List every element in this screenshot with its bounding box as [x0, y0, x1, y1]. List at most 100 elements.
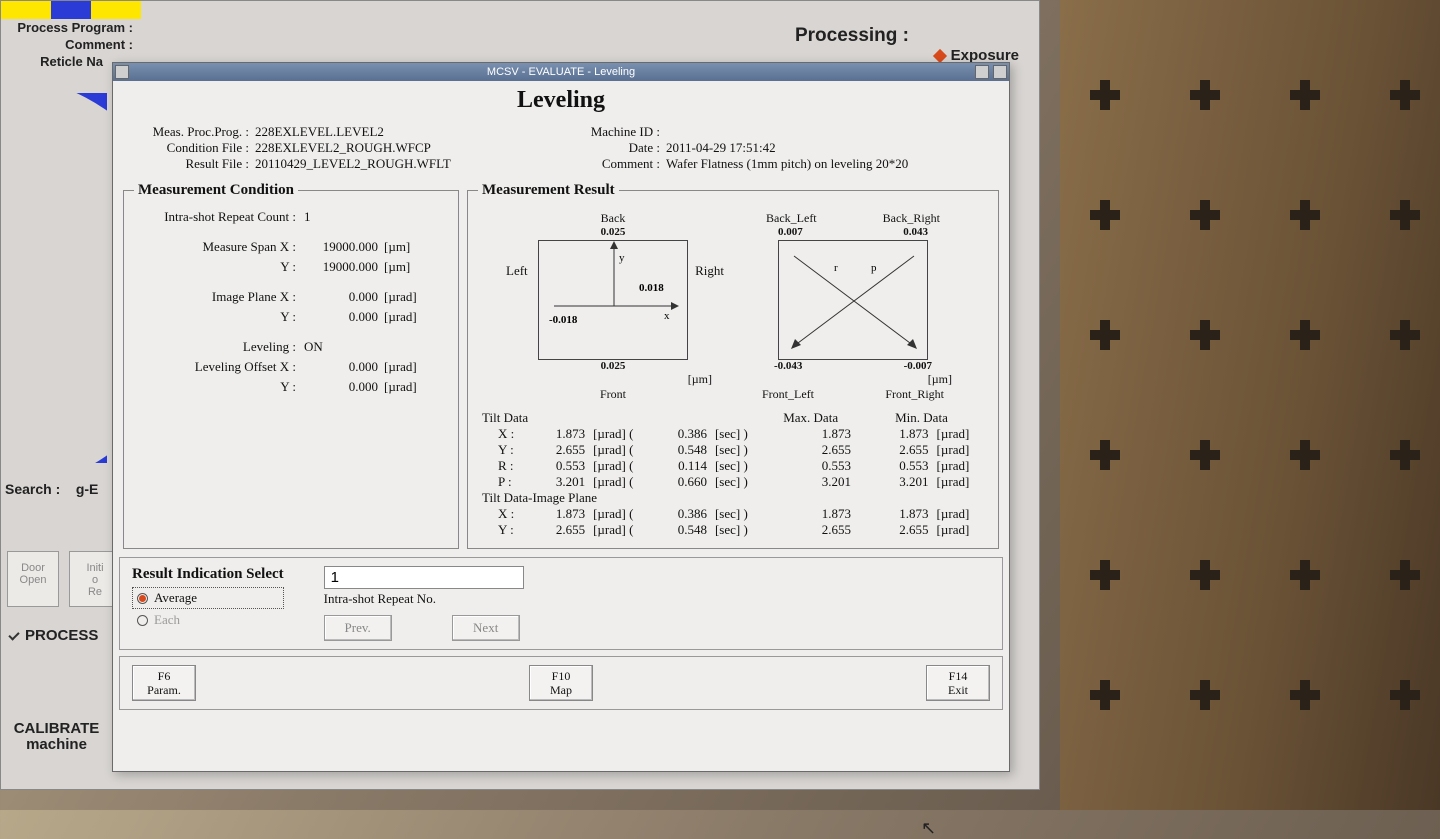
result-select-group: Result Indication Select Average Each In… [119, 557, 1003, 650]
condition-file-label: Condition File : [135, 140, 255, 156]
page-title: Leveling [113, 87, 1009, 114]
offset-x-value: 0.000 [304, 359, 384, 375]
machine-id-value [666, 124, 987, 140]
radio-each-label: Each [154, 612, 180, 628]
img-y-label: Y : [134, 309, 304, 325]
d2-unit: [µm] [748, 372, 958, 387]
measurement-condition-group: Measurement Condition Intra-shot Repeat … [123, 182, 459, 549]
result-select-legend: Result Indication Select [132, 566, 284, 583]
offset-y-unit: [µrad] [384, 379, 434, 395]
prev-button[interactable]: Prev. [324, 615, 392, 641]
door-open-button[interactable]: Door Open [7, 551, 59, 607]
span-x-label: Measure Span X : [134, 239, 304, 255]
img-x-unit: [µrad] [384, 289, 434, 305]
back-right-label: Back_Right [883, 211, 940, 226]
cursor-icon: ↖ [921, 818, 936, 839]
min-data-hdr: Min. Data [855, 410, 988, 426]
diagram-x: Back_Left Back_Right 0.007 0.043 [748, 211, 958, 402]
tilt-row: X :1.873[µrad] (0.386[sec] )1.8731.873[µ… [478, 426, 988, 442]
measurement-result-group: Measurement Result Back 0.025 Left Right… [467, 182, 999, 549]
dialog-titlebar[interactable]: MCSV - EVALUATE - Leveling [113, 63, 1009, 81]
process-program-label: Process Program : [7, 20, 137, 35]
img-y-value: 0.000 [304, 309, 384, 325]
svg-text:r: r [834, 262, 838, 274]
system-menu-icon[interactable] [115, 65, 129, 79]
res-legend: Measurement Result [478, 182, 619, 199]
radio-icon [137, 615, 148, 626]
intra-repeat-input[interactable] [324, 566, 524, 589]
machine-id-label: Machine ID : [576, 124, 666, 140]
span-y-value: 19000.000 [304, 259, 384, 275]
right-label: Right [695, 263, 724, 279]
next-button[interactable]: Next [452, 615, 520, 641]
tilt-row: Y :2.655[µrad] (0.548[sec] )2.6552.655[µ… [478, 522, 988, 538]
d1-top: 0.025 [508, 226, 718, 238]
tilt-row: P :3.201[µrad] (0.660[sec] )3.2013.201[µ… [478, 474, 988, 490]
img-x-label: Image Plane X : [134, 289, 304, 305]
search-value: g-E [76, 481, 99, 497]
hdr-comment-label: Comment : [576, 156, 666, 172]
close-icon[interactable] [993, 65, 1007, 79]
span-x-value: 19000.000 [304, 239, 384, 255]
d2-tl: 0.007 [778, 226, 803, 238]
offset-y-label: Y : [134, 379, 304, 395]
offset-x-label: Leveling Offset X : [134, 359, 304, 375]
leveling-dialog: MCSV - EVALUATE - Leveling Leveling Meas… [112, 62, 1010, 772]
intra-count-label: Intra-shot Repeat Count : [134, 209, 304, 225]
intra-repeat-label: Intra-shot Repeat No. [324, 591, 524, 607]
minimize-icon[interactable] [975, 65, 989, 79]
back-label: Back [508, 211, 718, 226]
radio-each[interactable]: Each [132, 609, 284, 631]
offset-x-unit: [µrad] [384, 359, 434, 375]
svg-text:p: p [871, 262, 877, 274]
svg-text:y: y [619, 252, 625, 264]
back-left-label: Back_Left [766, 211, 817, 226]
meas-proc-prog-value: 228EXLEVEL.LEVEL2 [255, 124, 546, 140]
radio-average[interactable]: Average [132, 587, 284, 609]
diagram-cross: Back 0.025 Left Right y x 0.018 [508, 211, 718, 402]
span-y-unit: [µm] [384, 259, 434, 275]
front-left-label: Front_Left [762, 387, 814, 402]
svg-text:x: x [664, 310, 670, 322]
max-data-hdr: Max. Data [766, 410, 855, 426]
img-x-value: 0.000 [304, 289, 384, 305]
f10-map-button[interactable]: F10 Map [529, 665, 593, 701]
calibrate-tab[interactable]: CALIBRATE machine [9, 721, 104, 753]
intra-count-value: 1 [304, 209, 384, 225]
svg-text:0.018: 0.018 [639, 282, 664, 294]
front-label: Front [508, 387, 718, 402]
leveling-value: ON [304, 339, 384, 355]
result-file-value: 20110429_LEVEL2_ROUGH.WFLT [255, 156, 546, 172]
d2-br: -0.007 [904, 360, 932, 372]
d2-tr: 0.043 [903, 226, 928, 238]
tilt-img-title: Tilt Data-Image Plane [478, 490, 988, 506]
cross-plot-icon: y x 0.018 -0.018 [539, 241, 689, 361]
f14-exit-button[interactable]: F14 Exit [926, 665, 990, 701]
radio-icon [137, 593, 148, 604]
span-x-unit: [µm] [384, 239, 434, 255]
processing-label: Processing : [795, 25, 1019, 47]
f6-param-button[interactable]: F6 Param. [132, 665, 196, 701]
span-y-label: Y : [134, 259, 304, 275]
date-label: Date : [576, 140, 666, 156]
reticle-label: Reticle Na [7, 54, 107, 69]
result-file-label: Result File : [135, 156, 255, 172]
search-label: Search : [5, 481, 60, 497]
left-label: Left [506, 263, 528, 279]
date-value: 2011-04-29 17:51:42 [666, 140, 987, 156]
comment-label: Comment : [7, 37, 137, 52]
check-icon [8, 629, 19, 640]
leveling-label: Leveling : [134, 339, 304, 355]
meas-proc-prog-label: Meas. Proc.Prog. : [135, 124, 255, 140]
d2-bl: -0.043 [774, 360, 802, 372]
tilt-data-table: Tilt Data Max. Data Min. Data X :1.873[µ… [478, 410, 988, 538]
hdr-comment-value: Wafer Flatness (1mm pitch) on leveling 2… [666, 156, 987, 172]
diamond-icon [933, 48, 947, 62]
condition-file-value: 228EXLEVEL2_ROUGH.WFCP [255, 140, 546, 156]
d1-unit: [µm] [508, 372, 718, 387]
equipment-backdrop [1060, 0, 1440, 810]
process-tab[interactable]: PROCESS [9, 627, 98, 644]
offset-y-value: 0.000 [304, 379, 384, 395]
x-plot-icon: r p [779, 241, 929, 361]
front-right-label: Front_Right [885, 387, 944, 402]
